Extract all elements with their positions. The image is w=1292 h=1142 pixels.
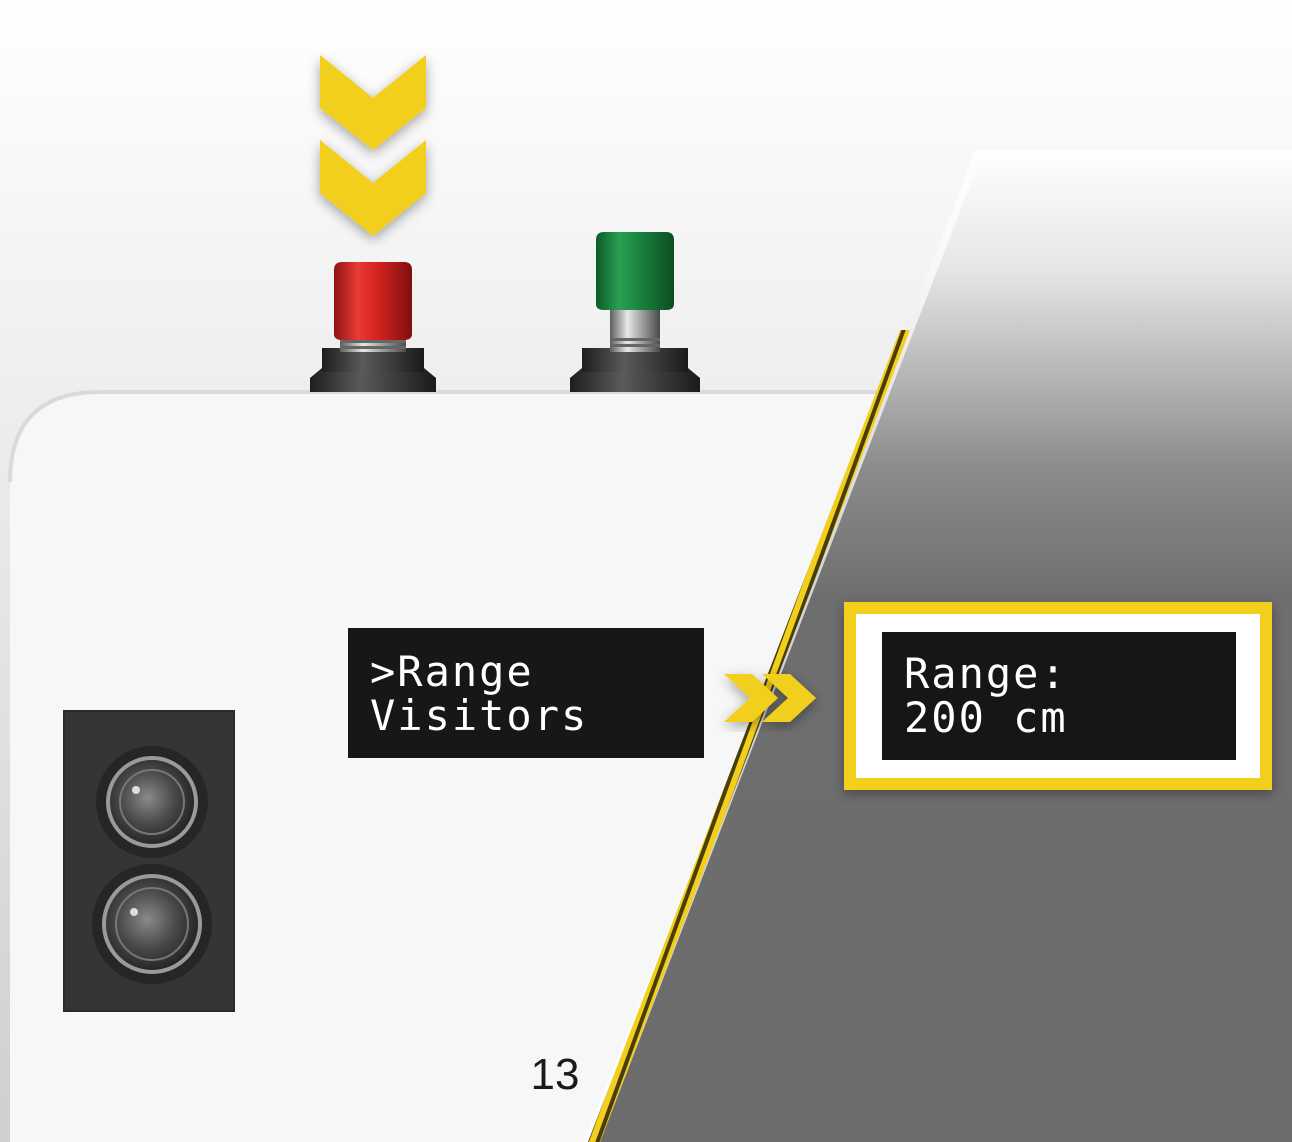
result-lcd-line-2: 200 cm xyxy=(904,693,1068,742)
menu-lcd-line-1: >Range xyxy=(370,647,534,696)
page-number: 13 xyxy=(530,1050,580,1099)
result-lcd-line-1: Range: xyxy=(904,649,1068,698)
menu-lcd-line-2: Visitors xyxy=(370,691,589,740)
ultrasonic-sensor xyxy=(63,710,235,1012)
device-scene xyxy=(0,0,1292,1142)
illustration: >Range Visitors Range: 200 cm 13 xyxy=(0,0,1292,1142)
